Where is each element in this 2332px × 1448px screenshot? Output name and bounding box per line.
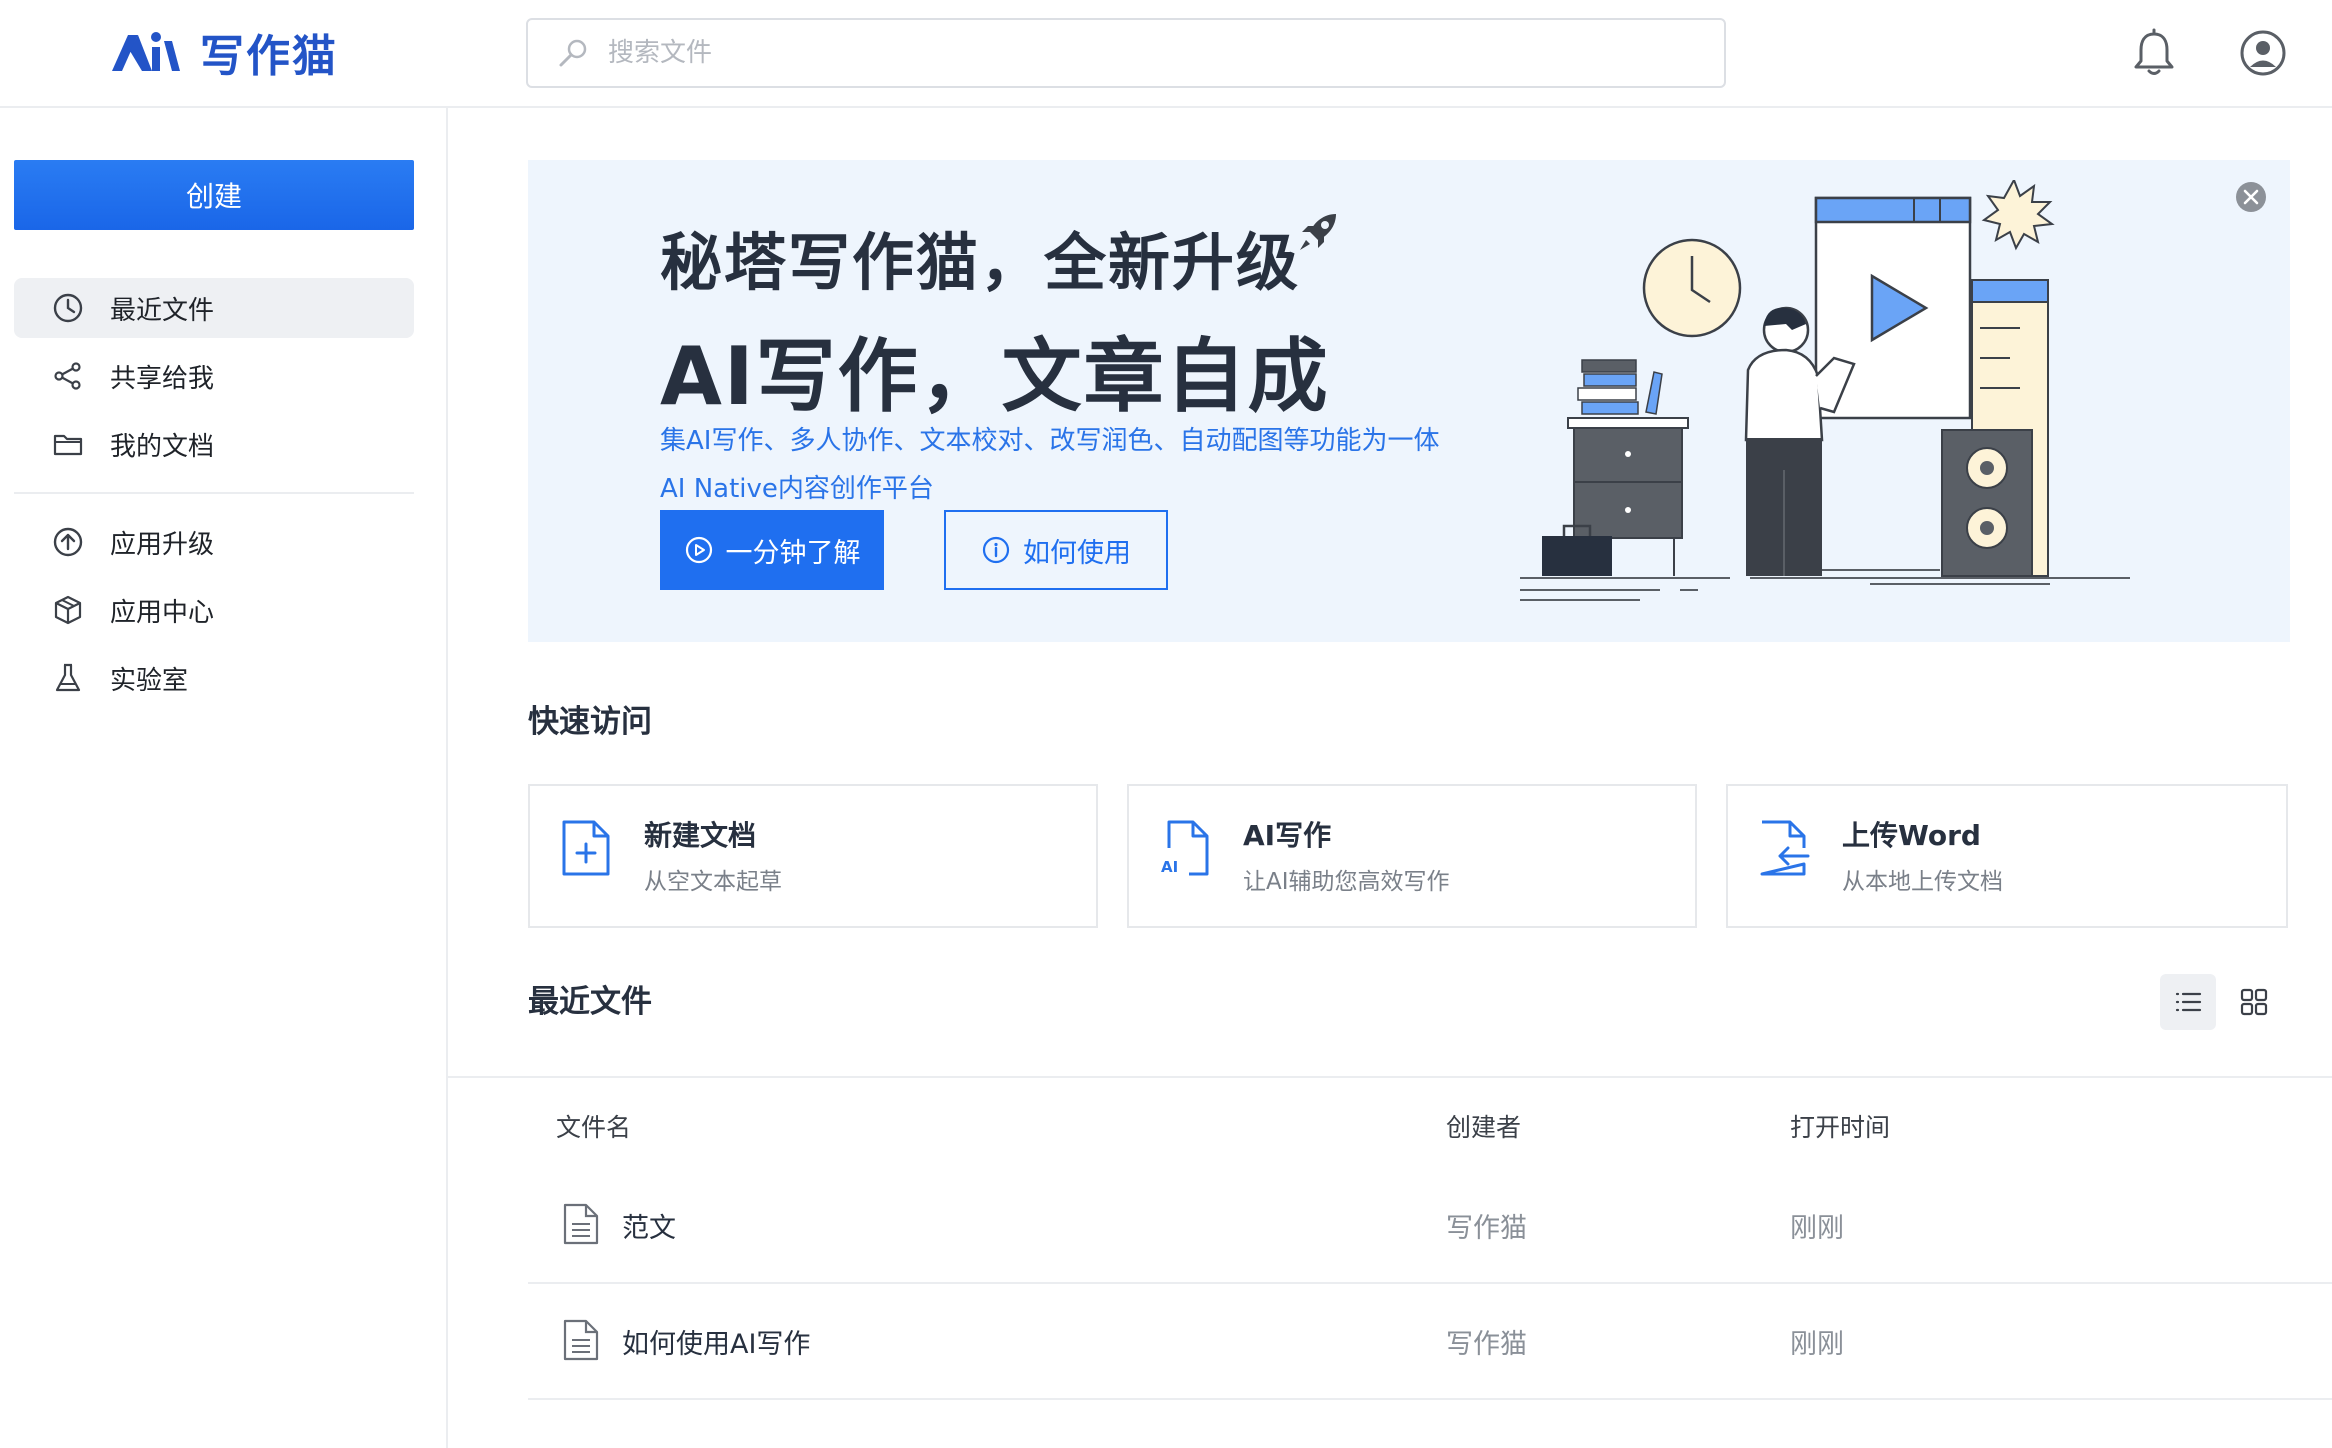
quick-access-title: 快速访问 — [528, 704, 652, 740]
sidebar-item-label: 应用中心 — [110, 597, 215, 628]
grid-view-toggle[interactable] — [2226, 974, 2282, 1030]
banner-headline: AI写作，文章自成 — [660, 330, 1330, 423]
clock-icon — [53, 293, 83, 323]
banner-subtitle: 集AI写作、多人协作、文本校对、改写润色、自动配图等功能为一体 — [660, 426, 1440, 456]
column-header-filename[interactable]: 文件名 — [556, 1108, 631, 1144]
sidebar-item-lab[interactable]: 实验室 — [14, 648, 414, 708]
list-view-toggle[interactable] — [2160, 974, 2216, 1030]
card-subtitle: 让AI辅助您高效写作 — [1243, 869, 1450, 895]
sidebar-item-label: 应用升级 — [110, 529, 215, 560]
column-header-open-time[interactable]: 打开时间 — [1790, 1108, 1890, 1144]
ai-document-icon: AI — [1161, 820, 1209, 876]
bell-icon[interactable] — [2132, 28, 2176, 78]
banner-illustration — [1520, 180, 2130, 601]
card-subtitle: 从空文本起草 — [644, 869, 782, 895]
table-row[interactable]: 范文 写作猫 刚刚 — [528, 1168, 2332, 1284]
folder-icon — [53, 434, 83, 456]
file-creator: 写作猫 — [1446, 1329, 1527, 1360]
sidebar-item-my-docs[interactable]: 我的文档 — [14, 414, 414, 474]
top-header: 写作猫 — [0, 0, 2332, 108]
column-header-creator[interactable]: 创建者 — [1446, 1108, 1521, 1144]
button-label: 一分钟了解 — [725, 537, 861, 568]
sidebar-item-recent[interactable]: 最近文件 — [14, 278, 414, 338]
table-divider — [448, 1076, 2332, 1078]
file-open-time: 刚刚 — [1790, 1213, 1844, 1244]
flask-icon — [55, 663, 81, 692]
share-icon — [54, 362, 81, 390]
upgrade-icon — [53, 527, 83, 557]
card-title: 上传Word — [1842, 819, 1981, 852]
sidebar-divider — [14, 492, 414, 494]
card-title: 新建文档 — [644, 819, 757, 852]
user-avatar-icon[interactable] — [2240, 30, 2286, 76]
sidebar-item-label: 实验室 — [110, 665, 189, 696]
search-input[interactable] — [608, 38, 1688, 68]
file-name: 如何使用AI写作 — [622, 1329, 811, 1360]
sidebar-item-label: 我的文档 — [110, 431, 215, 462]
grid-icon — [2240, 988, 2268, 1016]
quick-card-new-document[interactable]: 新建文档 从空文本起草 — [528, 784, 1098, 928]
file-open-time: 刚刚 — [1790, 1329, 1844, 1360]
list-icon — [2175, 992, 2202, 1012]
search-icon — [559, 39, 587, 67]
file-creator: 写作猫 — [1446, 1213, 1527, 1244]
how-to-use-button[interactable]: 如何使用 — [944, 510, 1168, 590]
close-icon[interactable] — [2234, 180, 2268, 214]
recent-files-title: 最近文件 — [528, 984, 652, 1020]
sidebar-item-label: 最近文件 — [110, 295, 215, 326]
rocket-icon — [1300, 214, 1336, 250]
sidebar-item-app-center[interactable]: 应用中心 — [14, 580, 414, 640]
card-subtitle: 从本地上传文档 — [1842, 869, 2003, 895]
document-icon — [563, 1203, 599, 1245]
quick-card-upload-word[interactable]: 上传Word 从本地上传文档 — [1726, 784, 2288, 928]
app-name: 写作猫 — [200, 31, 338, 82]
button-label: 如何使用 — [1023, 537, 1131, 568]
info-icon — [982, 536, 1010, 564]
play-circle-icon — [685, 536, 712, 564]
sidebar-item-shared[interactable]: 共享给我 — [14, 346, 414, 406]
quick-card-ai-writing[interactable]: AI AI写作 让AI辅助您高效写作 — [1127, 784, 1697, 928]
logo-mark-icon — [112, 32, 180, 71]
sidebar-item-label: 共享给我 — [110, 363, 215, 394]
file-name: 范文 — [622, 1213, 676, 1244]
upload-document-icon — [1760, 820, 1810, 876]
search-box[interactable] — [526, 18, 1726, 88]
banner-title: 秘塔写作猫，全新升级 — [660, 226, 1301, 299]
svg-text:AI: AI — [1161, 858, 1178, 876]
learn-in-one-minute-button[interactable]: 一分钟了解 — [660, 510, 884, 590]
banner-subtitle-2: AI Native内容创作平台 — [660, 474, 934, 504]
cube-icon — [54, 595, 82, 625]
sidebar-item-upgrade[interactable]: 应用升级 — [14, 512, 414, 572]
table-row[interactable]: 如何使用AI写作 写作猫 刚刚 — [528, 1284, 2332, 1400]
new-document-icon — [562, 820, 610, 876]
document-icon — [563, 1319, 599, 1361]
app-logo[interactable]: 写作猫 — [108, 22, 338, 82]
sidebar: 创建 最近文件 共享给我 我的文档 应用升级 应用中心 实验室 — [0, 108, 448, 1448]
card-title: AI写作 — [1243, 819, 1332, 852]
create-button[interactable]: 创建 — [14, 160, 414, 230]
